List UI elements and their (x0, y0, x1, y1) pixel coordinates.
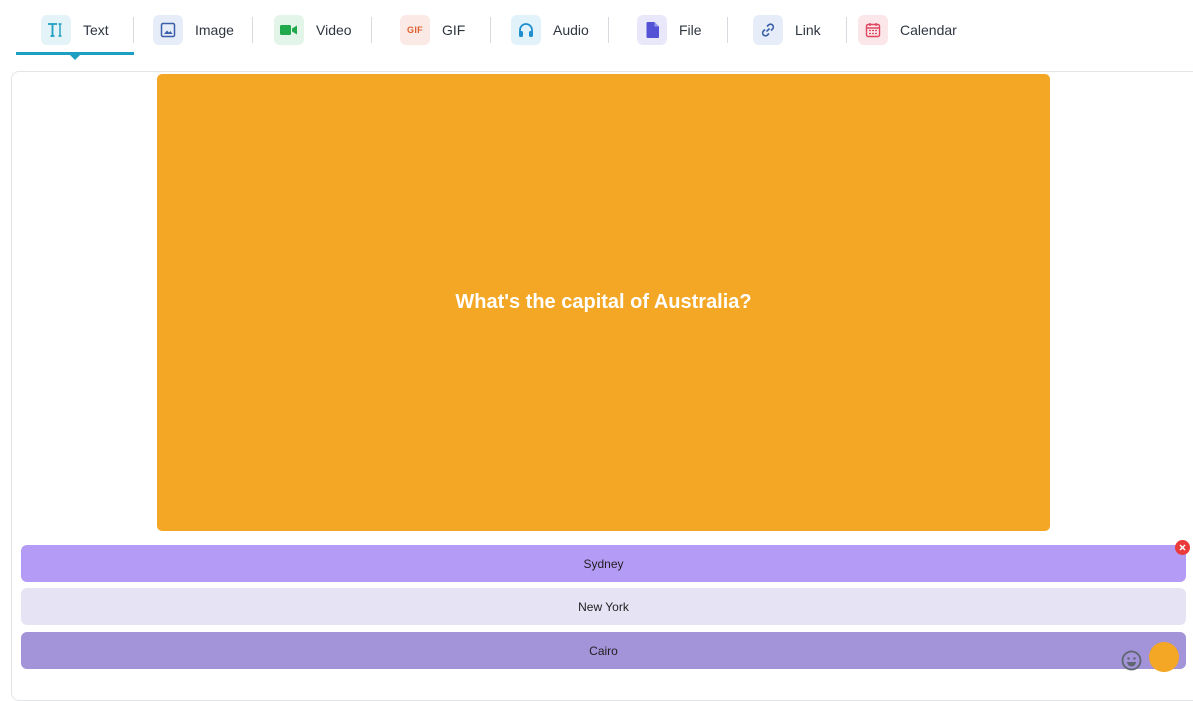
tab-file[interactable]: File (637, 14, 702, 46)
option-label: New York (578, 599, 629, 614)
tab-label: File (679, 22, 702, 38)
remove-option-button[interactable] (1175, 540, 1190, 555)
divider (846, 17, 847, 43)
tab-label: Video (316, 22, 352, 38)
tab-label: Calendar (900, 22, 957, 38)
divider (133, 17, 134, 43)
color-picker-button[interactable] (1149, 642, 1179, 672)
active-tab-caret (69, 54, 81, 60)
question-card[interactable]: What's the capital of Australia? (157, 74, 1050, 531)
tab-image[interactable]: Image (153, 14, 234, 46)
calendar-icon (858, 15, 888, 45)
divider (608, 17, 609, 43)
tab-label: Text (83, 22, 109, 38)
tab-video[interactable]: Video (274, 14, 352, 46)
tab-text[interactable]: Text (41, 14, 109, 46)
option-new-york[interactable]: New York (21, 588, 1186, 625)
video-icon (274, 15, 304, 45)
option-label: Cairo (589, 643, 618, 658)
option-sydney[interactable]: Sydney (21, 545, 1186, 582)
image-icon (153, 15, 183, 45)
gif-icon: GIF (400, 15, 430, 45)
text-icon (41, 15, 71, 45)
tab-label: Link (795, 22, 821, 38)
close-icon (1179, 544, 1186, 551)
divider (371, 17, 372, 43)
option-label: Sydney (583, 556, 624, 571)
tab-label: Audio (553, 22, 589, 38)
divider (490, 17, 491, 43)
gif-icon-text: GIF (407, 25, 423, 35)
divider (727, 17, 728, 43)
tab-audio[interactable]: Audio (511, 14, 589, 46)
tab-gif[interactable]: GIF GIF (400, 14, 465, 46)
emoji-icon[interactable] (1121, 650, 1142, 671)
file-icon (637, 15, 667, 45)
option-cairo[interactable]: Cairo (21, 632, 1186, 669)
divider (252, 17, 253, 43)
tab-link[interactable]: Link (753, 14, 821, 46)
headphones-icon (511, 15, 541, 45)
link-icon (753, 15, 783, 45)
tab-label: GIF (442, 22, 466, 38)
content-type-tabs: Text Image Video GIF GIF Audio File Link… (0, 0, 1193, 60)
tab-label: Image (195, 22, 234, 38)
question-text: What's the capital of Australia? (455, 291, 752, 313)
tab-calendar[interactable]: Calendar (858, 14, 957, 46)
